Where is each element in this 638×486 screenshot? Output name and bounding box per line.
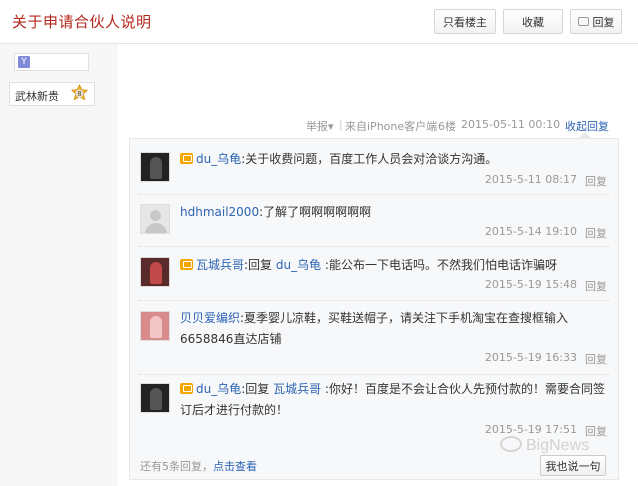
- more-replies: 还有5条回复，点击查看: [140, 458, 257, 474]
- avatar[interactable]: [140, 383, 170, 413]
- reply-divider: [139, 194, 609, 195]
- reply-label: 回复: [592, 15, 615, 29]
- only-op-button[interactable]: 只看楼主: [434, 9, 496, 34]
- reply-time: 2015-5-19 15:48: [484, 278, 577, 291]
- reply-item: du_乌龟:关于收费问题，百度工作人员会对洽谈方沟通。 2015-5-11 08…: [129, 149, 619, 193]
- member-icon: [180, 153, 193, 164]
- view-more-link[interactable]: 点击查看: [213, 460, 257, 473]
- reply-username[interactable]: 瓦城兵哥: [196, 258, 244, 272]
- reply-item: 瓦城兵哥:回复 du_乌龟 :能公布一下电话吗。不然我们怕电话诈骗呀 2015-…: [129, 255, 619, 299]
- watermark-text: BigNews: [526, 437, 590, 454]
- reply-username[interactable]: du_乌龟: [196, 152, 241, 166]
- say-something-button[interactable]: 我也说一句: [540, 455, 606, 476]
- reply-target-user[interactable]: 瓦城兵哥: [273, 382, 321, 396]
- favorite-label: 收藏: [522, 15, 544, 29]
- reply-target-user[interactable]: du_乌龟: [276, 258, 321, 272]
- avatar[interactable]: [140, 204, 170, 234]
- reply-content: :了解了啊啊啊啊啊啊: [259, 205, 372, 219]
- post-time: 2015-05-11 00:10: [461, 118, 561, 131]
- watermark: BigNews: [500, 436, 589, 455]
- user-badge-box[interactable]: Y: [14, 53, 89, 71]
- reply-divider: [139, 300, 609, 301]
- avatar[interactable]: [140, 311, 170, 341]
- wechat-icon: [500, 436, 522, 452]
- reply-text: du_乌龟:关于收费问题，百度工作人员会对洽谈方沟通。: [180, 149, 610, 170]
- meta-separator: |: [339, 118, 343, 131]
- only-op-label: 只看楼主: [443, 15, 487, 29]
- reply-text: 瓦城兵哥:回复 du_乌龟 :能公布一下电话吗。不然我们怕电话诈骗呀: [180, 255, 610, 276]
- thread-header: 关于申请合伙人说明 只看楼主 收藏 回复: [0, 0, 638, 44]
- rank-label: 武林新贵: [15, 90, 59, 103]
- reply-content: :关于收费问题，百度工作人员会对洽谈方沟通。: [241, 152, 498, 166]
- user-rank-box[interactable]: 武林新贵 8: [9, 82, 95, 106]
- more-replies-text: 还有5条回复，: [140, 460, 213, 473]
- avatar[interactable]: [140, 257, 170, 287]
- author-sidebar: Y 武林新贵 8: [0, 44, 118, 486]
- membership-icon: Y: [18, 56, 30, 68]
- reply-time: 2015-5-11 08:17: [484, 173, 577, 186]
- level-number: 8: [77, 90, 81, 98]
- reply-time: 2015-5-19 16:33: [484, 351, 577, 364]
- reply-button[interactable]: 回复: [570, 9, 622, 34]
- thread-title: 关于申请合伙人说明: [12, 13, 152, 31]
- reply-text: du_乌龟:回复 瓦城兵哥 :你好！百度是不会让合伙人先预付款的！需要合同签订后…: [180, 379, 610, 421]
- reply-prefix: :回复: [241, 382, 274, 396]
- reply-time: 2015-5-14 19:10: [484, 225, 577, 238]
- floor-number: 6楼: [438, 120, 456, 133]
- report-link[interactable]: 举报▾: [306, 118, 334, 134]
- reply-item: du_乌龟:回复 瓦城兵哥 :你好！百度是不会让合伙人先预付款的！需要合同签订后…: [129, 379, 619, 443]
- reply-time: 2015-5-19 17:51: [484, 423, 577, 436]
- reply-reply-link[interactable]: 回复: [585, 278, 607, 294]
- reply-reply-link[interactable]: 回复: [585, 173, 607, 189]
- reply-divider: [139, 374, 609, 375]
- avatar[interactable]: [140, 152, 170, 182]
- reply-item: hdhmail2000:了解了啊啊啊啊啊啊 2015-5-14 19:10 回复: [129, 201, 619, 245]
- favorite-button[interactable]: 收藏: [503, 9, 563, 34]
- reply-item: 贝贝爱编织:夏季婴儿凉鞋，买鞋送帽子，请关注下手机淘宝在查搜框输入6658846…: [129, 308, 619, 374]
- reply-text: hdhmail2000:了解了啊啊啊啊啊啊: [180, 202, 610, 223]
- reply-prefix: :回复: [244, 258, 276, 272]
- member-icon: [180, 259, 193, 270]
- reply-reply-link[interactable]: 回复: [585, 351, 607, 367]
- say-something-label: 我也说一句: [545, 459, 601, 473]
- member-icon: [180, 383, 193, 394]
- post-source: 来自iPhone客户端: [345, 120, 438, 133]
- reply-username[interactable]: du_乌龟: [196, 382, 241, 396]
- reply-divider: [139, 246, 609, 247]
- reply-username[interactable]: hdhmail2000: [180, 205, 259, 219]
- reply-content: :能公布一下电话吗。不然我们怕电话诈骗呀: [321, 258, 557, 272]
- level-badge-icon: 8: [71, 84, 88, 101]
- reply-text: 贝贝爱编织:夏季婴儿凉鞋，买鞋送帽子，请关注下手机淘宝在查搜框输入6658846…: [180, 308, 610, 350]
- reply-reply-link[interactable]: 回复: [585, 225, 607, 241]
- comment-bubble-icon: [577, 17, 589, 26]
- reply-username[interactable]: 贝贝爱编织: [180, 311, 240, 325]
